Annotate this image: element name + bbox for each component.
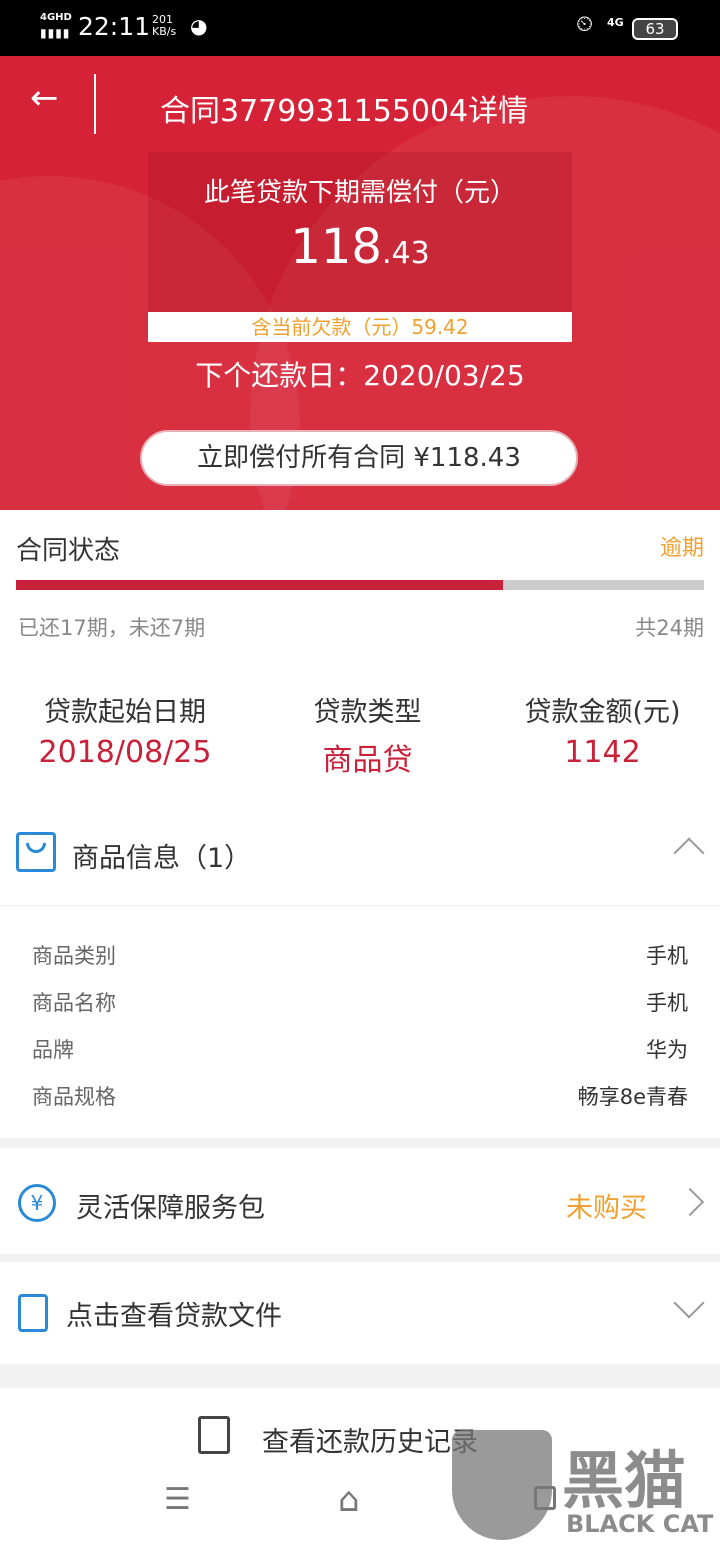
due-amount: 118.43 (148, 219, 572, 275)
progress-fill (16, 580, 504, 590)
total-periods: 共24期 (635, 616, 704, 640)
repay-history-link[interactable]: 查看还款历史记录 (262, 1420, 478, 1459)
row-value: 畅享8e青春 (577, 1085, 688, 1109)
due-label: 此笔贷款下期需偿付（元） (203, 178, 516, 208)
info-value: 2018/08/25 (38, 735, 212, 770)
product-row: 商品名称 手机 (32, 987, 688, 1034)
chevron-down-icon (673, 1287, 705, 1319)
chevron-up-icon[interactable] (673, 837, 705, 869)
service-title: 灵活保障服务包 (76, 1193, 265, 1224)
info-label: 贷款起始日期 (44, 697, 206, 728)
status-badge: 逾期 (659, 536, 704, 561)
next-repay-date: 下个还款日：2020/03/25 (195, 359, 525, 392)
due-dec: .43 (381, 236, 430, 271)
row-key: 品牌 (32, 1038, 74, 1062)
info-value: 商品贷 (322, 743, 413, 778)
signal-icon: ▮▮▮▮ (40, 26, 71, 40)
docs-title: 点击查看贷款文件 (66, 1301, 282, 1332)
paid-periods: 已还17期，未还7期 (18, 616, 206, 640)
product-row: 品牌 华为 (32, 1034, 688, 1081)
row-value: 华为 (646, 1038, 688, 1062)
info-loan-type: 贷款类型 商品贷 (250, 690, 485, 779)
section-separator (0, 1364, 720, 1388)
product-row: 商品类别 手机 (32, 940, 688, 987)
info-value: 1142 (564, 735, 641, 770)
info-start-date: 贷款起始日期 2018/08/25 (0, 690, 250, 779)
watermark-logo (452, 1430, 552, 1540)
history-doc-icon (198, 1416, 230, 1454)
page-title: 合同3779931155004详情 (160, 94, 529, 129)
product-details: 商品类别 手机 商品名称 手机 品牌 华为 商品规格 畅享8e青春 (32, 940, 688, 1128)
info-label: 贷款类型 (313, 697, 422, 728)
network-4g: 4G (607, 16, 624, 29)
product-row: 商品规格 畅享8e青春 (32, 1081, 688, 1128)
due-card: 此笔贷款下期需偿付（元） 118.43 (148, 152, 572, 312)
network-indicator: 4GHD (40, 12, 72, 23)
wechat-icon: ◕ (190, 14, 208, 38)
row-key: 商品类别 (32, 944, 116, 968)
info-label: 贷款金额(元) (524, 697, 681, 728)
home-nav-icon[interactable]: ⌂ (338, 1480, 360, 1520)
chevron-right-icon (675, 1187, 705, 1217)
watermark-en: BLACK CAT (566, 1510, 714, 1538)
status-bar: 4GHD ▮▮▮▮ 22:11 201 KB/s ◕ ⏲ 4G 63 (0, 0, 720, 56)
section-separator (0, 1254, 720, 1262)
divider (94, 74, 96, 134)
row-key: 商品名称 (32, 991, 116, 1015)
shopping-bag-icon (16, 832, 56, 872)
loan-info: 贷款起始日期 2018/08/25 贷款类型商品贷 贷款金额(元) 1142 (0, 690, 720, 779)
service-package-row[interactable]: ¥ 灵活保障服务包 未购买 (0, 1148, 720, 1254)
owed-amount: 含当前欠款（元）59.42 (148, 312, 572, 342)
row-key: 商品规格 (32, 1085, 116, 1109)
clock: 22:11 (78, 12, 151, 41)
service-status: 未购买 (566, 1193, 647, 1224)
pay-all-button[interactable]: 立即偿付所有合同 ¥118.43 (140, 430, 578, 486)
contract-status-title: 合同状态 (16, 536, 121, 566)
repay-progress (16, 580, 704, 590)
loan-docs-row[interactable]: 点击查看贷款文件 (0, 1262, 720, 1364)
due-int: 118 (290, 219, 382, 275)
divider (0, 905, 720, 906)
row-value: 手机 (646, 991, 688, 1015)
battery-icon: 63 (632, 18, 678, 40)
watermark-cn: 黑猫 (562, 1444, 687, 1517)
speed-unit: KB/s (152, 25, 177, 38)
clipboard-icon (18, 1294, 48, 1332)
info-amount: 贷款金额(元) 1142 (485, 690, 720, 779)
alarm-icon: ⏲ (576, 12, 594, 37)
net-speed: 201 KB/s (152, 14, 176, 38)
row-value: 手机 (646, 944, 688, 968)
menu-nav-icon[interactable]: ☰ (164, 1482, 191, 1517)
back-arrow-icon[interactable]: ← (30, 78, 59, 118)
product-section-title[interactable]: 商品信息（1） (72, 836, 251, 875)
yuan-refresh-icon: ¥ (18, 1184, 56, 1222)
section-separator (0, 1138, 720, 1148)
